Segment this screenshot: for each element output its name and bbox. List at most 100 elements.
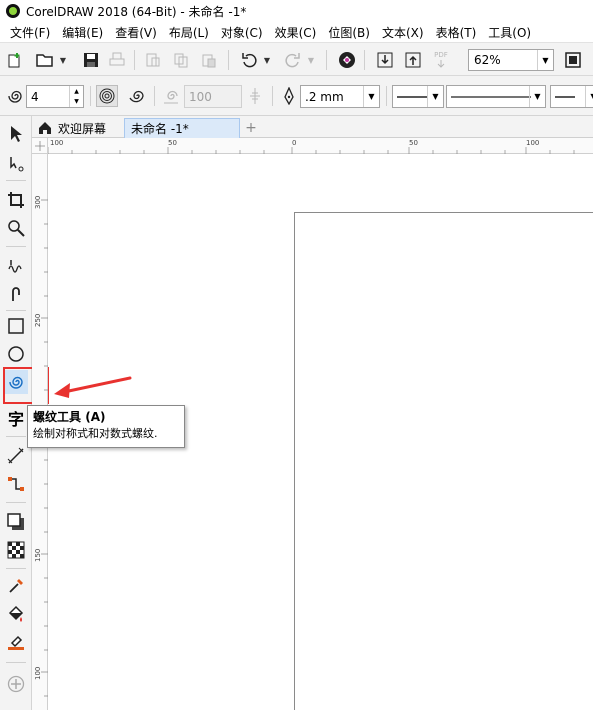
menu-layout[interactable]: 布局(L): [163, 24, 215, 41]
drop-shadow-tool-icon[interactable]: [4, 510, 28, 534]
artistic-media-tool-icon[interactable]: [4, 282, 28, 306]
ruler-origin-corner[interactable]: [32, 138, 48, 154]
parallel-dimension-tool-icon[interactable]: [4, 444, 28, 468]
line-style-icon: [451, 95, 531, 98]
add-tool-icon[interactable]: [4, 672, 28, 696]
spiral-tool-tooltip: 螺纹工具 (A) 绘制对称式和对数式螺纹.: [27, 405, 185, 448]
freehand-tool-icon[interactable]: [4, 254, 28, 278]
pdf-label: PDF: [434, 51, 448, 59]
tab-document[interactable]: 未命名 -1*: [124, 118, 240, 138]
document-page[interactable]: [294, 212, 593, 710]
outline-width-select[interactable]: .2 mm ▼: [300, 85, 380, 108]
expansion-slider-icon[interactable]: [244, 85, 266, 107]
export-pdf-icon[interactable]: PDF: [430, 49, 452, 71]
toolbox-divider: [6, 662, 26, 663]
menu-table[interactable]: 表格(T): [430, 24, 483, 41]
symmetrical-spiral-icon[interactable]: [96, 85, 118, 107]
toolbar-divider: [364, 50, 365, 70]
search-content-icon[interactable]: [336, 49, 358, 71]
zoom-value: 62%: [474, 53, 501, 67]
ellipse-tool-icon[interactable]: [4, 342, 28, 366]
rectangle-tool-icon[interactable]: [4, 314, 28, 338]
horizontal-ruler[interactable]: 100 50 0 50 100: [48, 138, 593, 154]
toolbar-divider: [134, 50, 135, 70]
redo-dropdown-arrow-icon[interactable]: ▼: [306, 49, 316, 71]
connector-tool-icon[interactable]: [4, 472, 28, 496]
transparency-tool-icon[interactable]: [4, 538, 28, 562]
toolbar-divider: [90, 86, 91, 106]
spiral-revolutions-icon: [4, 85, 26, 107]
start-arrowhead-select[interactable]: ▼: [392, 85, 444, 108]
home-icon: [39, 122, 51, 134]
zoom-level-select[interactable]: 62% ▼: [468, 49, 554, 71]
eyedropper-tool-icon[interactable]: [4, 574, 28, 598]
interactive-fill-tool-icon[interactable]: [4, 602, 28, 626]
tooltip-title-row: 螺纹工具 (A): [33, 409, 179, 426]
toolbar-divider: [326, 50, 327, 70]
spiral-revolutions-value: 4: [31, 89, 39, 104]
property-bar: 4 ▲▼ 100 .2 mm ▼ ▼ ▼ ▼: [0, 76, 593, 116]
document-tabs: 欢迎屏幕 未命名 -1* +: [32, 116, 593, 138]
crop-tool-icon[interactable]: [4, 188, 28, 212]
menu-effects[interactable]: 效果(C): [269, 24, 323, 41]
toolbar-divider: [228, 50, 229, 70]
window-title: CorelDRAW 2018 (64-Bit) - 未命名 -1*: [26, 4, 247, 19]
spiral-expansion-value: 100: [189, 89, 212, 104]
spiral-revolutions-input[interactable]: 4 ▲ ▼: [26, 85, 84, 108]
print-icon[interactable]: [106, 49, 128, 71]
add-tab-button[interactable]: +: [242, 118, 260, 138]
open-dropdown-arrow-icon[interactable]: ▼: [58, 49, 68, 71]
line-style-select[interactable]: ▼: [446, 85, 546, 108]
menu-file[interactable]: 文件(F): [4, 24, 56, 41]
pick-tool-icon[interactable]: [4, 122, 28, 146]
undo-icon[interactable]: [238, 49, 260, 71]
outline-width-value: .2 mm: [305, 89, 344, 104]
tooltip-hotkey: (A): [85, 410, 106, 424]
cut-icon[interactable]: [142, 49, 164, 71]
paste-icon[interactable]: [198, 49, 220, 71]
tooltip-title: 螺纹工具: [33, 410, 82, 424]
full-screen-icon[interactable]: [562, 49, 584, 71]
text-tool-icon[interactable]: 字: [4, 406, 28, 430]
menu-bar: 文件(F) 编辑(E) 查看(V) 布局(L) 对象(C) 效果(C) 位图(B…: [0, 22, 593, 42]
title-bar: CorelDRAW 2018 (64-Bit) - 未命名 -1*: [0, 0, 593, 22]
toolbar-divider: [154, 86, 155, 106]
line-end-icon: [555, 95, 575, 98]
smart-fill-tool-icon[interactable]: [4, 630, 28, 654]
logarithmic-spiral-icon[interactable]: [126, 85, 148, 107]
toolbox-divider: [6, 310, 26, 311]
copy-icon[interactable]: [170, 49, 192, 71]
redo-icon[interactable]: [282, 49, 304, 71]
ruler-top-ticks: [48, 147, 575, 154]
menu-view[interactable]: 查看(V): [109, 24, 163, 41]
revolutions-spinner[interactable]: ▲ ▼: [69, 86, 83, 107]
toolbox-divider: [6, 246, 26, 247]
annotation-arrow-icon: [54, 376, 132, 398]
chevron-down-icon[interactable]: ▼: [363, 86, 379, 107]
menu-edit[interactable]: 编辑(E): [56, 24, 109, 41]
chevron-down-icon[interactable]: ▼: [529, 86, 545, 107]
undo-dropdown-arrow-icon[interactable]: ▼: [262, 49, 272, 71]
toolbox-divider: [6, 502, 26, 503]
spiral-expansion-input[interactable]: 100: [184, 85, 242, 108]
toolbar-divider: [272, 86, 273, 106]
menu-object[interactable]: 对象(C): [215, 24, 269, 41]
import-icon[interactable]: [374, 49, 396, 71]
menu-bitmaps[interactable]: 位图(B): [322, 24, 376, 41]
zoom-tool-icon[interactable]: [4, 216, 28, 240]
toolbox-divider: [6, 436, 26, 437]
chevron-down-icon[interactable]: ▼: [427, 86, 443, 107]
open-folder-icon[interactable]: [34, 49, 56, 71]
tab-document-label: 未命名 -1*: [131, 122, 189, 136]
chevron-down-icon[interactable]: ▼: [585, 86, 593, 107]
chevron-down-icon[interactable]: ▼: [537, 50, 553, 70]
save-icon[interactable]: [80, 49, 102, 71]
tab-welcome-screen[interactable]: 欢迎屏幕: [32, 118, 120, 138]
menu-tools[interactable]: 工具(O): [482, 24, 537, 41]
shape-tool-icon[interactable]: [4, 152, 28, 176]
new-document-icon[interactable]: [4, 49, 26, 71]
outline-pen-icon: [278, 85, 300, 107]
export-icon[interactable]: [402, 49, 424, 71]
end-arrowhead-select[interactable]: ▼: [550, 85, 593, 108]
menu-text[interactable]: 文本(X): [376, 24, 430, 41]
